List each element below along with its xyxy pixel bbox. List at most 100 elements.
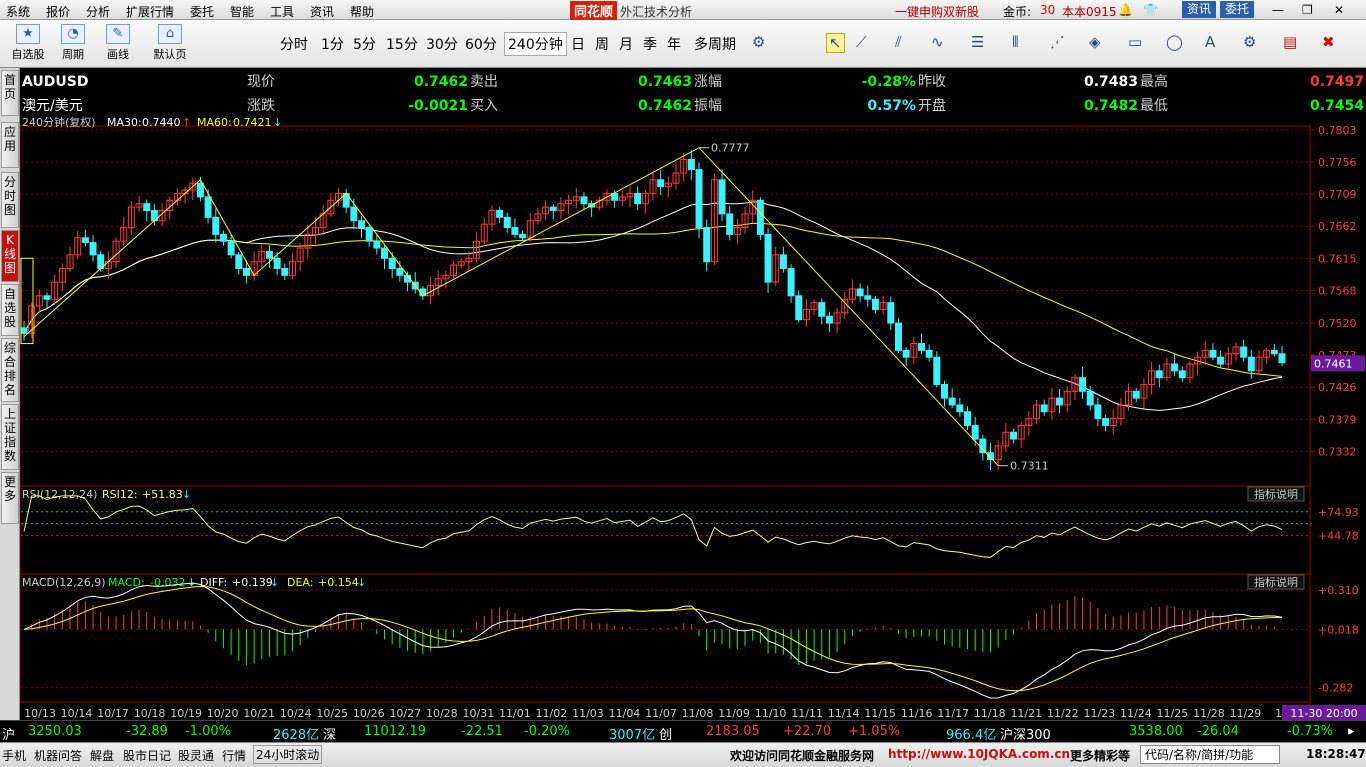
period-month[interactable]: 月 — [619, 34, 633, 54]
price-panel-frame — [20, 125, 1311, 487]
candle-body — [519, 233, 527, 239]
code-search-input[interactable]: 代码/名称/简拼/功能 — [1140, 745, 1280, 764]
site-link[interactable]: http://www.10JQKA.com.cn — [888, 747, 1070, 761]
clock: 18:28:47 — [1306, 747, 1366, 761]
bottom-diary[interactable]: 股市日记 — [123, 747, 171, 764]
period-day[interactable]: 日 — [571, 34, 585, 54]
x-tick-label: 11/18 — [974, 707, 1006, 720]
period-60m[interactable]: 60分 — [465, 34, 497, 54]
parallel-tool-icon[interactable]: ⫽ — [895, 33, 902, 51]
shirt-icon[interactable]: 👕 — [1143, 3, 1158, 17]
layers-tool-icon[interactable]: ◈ — [1089, 33, 1101, 51]
sidebar-tab-more[interactable]: 更多 — [1, 472, 19, 524]
period-multi[interactable]: 多周期 — [694, 34, 736, 54]
sidebar-tab-apps[interactable]: 应用 — [1, 122, 19, 168]
sidebar-tab-home[interactable]: 首页 — [1, 70, 19, 116]
rsi-help-button[interactable]: 指标说明 — [1247, 486, 1305, 502]
period-5m[interactable]: 5分 — [353, 34, 376, 54]
home-icon: ⌂ — [158, 24, 182, 44]
fib-tool-icon[interactable]: ☰ — [971, 33, 984, 51]
macd-help-button[interactable]: 指标说明 — [1247, 574, 1305, 590]
value-ask: 0.7463 — [638, 74, 692, 90]
bottom-phone[interactable]: 手机 — [2, 747, 26, 764]
label-ask: 卖出 — [470, 74, 498, 90]
candle-body — [1040, 404, 1048, 413]
sidebar-tab-watchlist[interactable]: 自选股 — [1, 284, 19, 336]
menu-analysis[interactable]: 分析 — [86, 3, 110, 20]
rect-tool-icon[interactable]: ▭ — [1128, 33, 1142, 51]
candle-body — [695, 169, 703, 229]
x-tick-label: 10/21 — [243, 707, 275, 720]
text-tool-icon[interactable]: A — [1205, 33, 1215, 51]
menu-quote[interactable]: 报价 — [46, 3, 70, 20]
period-button[interactable]: ◔ 周期 — [53, 24, 93, 62]
trade-button[interactable]: 委托 — [1220, 1, 1255, 18]
settings-tool-icon[interactable]: ⚙ — [1243, 33, 1256, 51]
period-year[interactable]: 年 — [667, 34, 681, 54]
candle-body — [687, 158, 695, 171]
sidebar-tab-ranking[interactable]: 综合排名 — [1, 338, 19, 402]
watchlist-button[interactable]: ★ 自选股 — [8, 24, 48, 62]
bookmark-tool-icon[interactable]: ▤ — [1283, 33, 1297, 51]
sz-volume: 3007亿 — [609, 728, 656, 743]
diff-path — [23, 582, 1283, 699]
menu-extended[interactable]: 扩展行情 — [126, 3, 174, 20]
channel-tool-icon[interactable]: ⋰ — [1050, 33, 1065, 51]
bell-icon[interactable]: 🔔 — [1118, 3, 1133, 17]
menu-help[interactable]: 帮助 — [350, 3, 374, 20]
menu-system[interactable]: 系统 — [6, 3, 30, 20]
sidebar-tab-timeshare[interactable]: 分时图 — [1, 172, 19, 228]
dea-label: DEA: — [287, 576, 313, 589]
draw-button[interactable]: ✎ 画线 — [98, 24, 138, 62]
menu-news[interactable]: 资讯 — [310, 3, 334, 20]
period-1m[interactable]: 1分 — [321, 34, 344, 54]
candle-body — [89, 242, 97, 256]
menu-smart[interactable]: 智能 — [230, 3, 254, 20]
delete-tool-icon[interactable]: ✖ — [1322, 33, 1335, 51]
rsi-title: RSI(12,12,24) — [22, 488, 97, 501]
period-240m[interactable]: 240分钟 — [504, 32, 567, 56]
more-link[interactable]: 更多精彩等 — [1070, 747, 1130, 764]
promo-link[interactable]: 一键申购双新股 — [895, 3, 979, 20]
bottom-analysis[interactable]: 解盘 — [90, 747, 114, 764]
bottom-rolling[interactable]: 24小时滚动 — [253, 745, 323, 764]
gear-icon[interactable]: ⚙ — [752, 33, 765, 51]
menu-trade[interactable]: 委托 — [190, 3, 214, 20]
restore-icon[interactable]: ❐ — [1302, 3, 1313, 17]
period-week[interactable]: 周 — [595, 34, 609, 54]
scroll-icon[interactable]: ▸ — [1348, 724, 1355, 739]
bars-tool-icon[interactable]: ⦀ — [1012, 33, 1019, 51]
bottom-qa[interactable]: 机器问答 — [34, 747, 82, 764]
candle-body — [933, 356, 941, 385]
menu-tools[interactable]: 工具 — [270, 3, 294, 20]
x-tick-label: 11/22 — [1047, 707, 1079, 720]
sidebar-tab-index[interactable]: 上证指数 — [1, 404, 19, 470]
default-page-button[interactable]: ⌂ 默认页 — [150, 24, 190, 62]
candle-body — [987, 452, 995, 461]
candle-body — [242, 267, 250, 276]
news-button[interactable]: 资讯 — [1182, 1, 1217, 18]
x-tick-label: 11/04 — [609, 707, 641, 720]
bottom-market[interactable]: 行情 — [222, 747, 246, 764]
period-30m[interactable]: 30分 — [426, 34, 458, 54]
chart-area[interactable]: AUDUSD 澳元/美元 现价 0.7462 卖出 0.7463 涨幅 -0.2… — [20, 68, 1366, 720]
legend-ma30-label: MA30: — [107, 116, 142, 129]
cy-change: +22.70 — [783, 724, 832, 739]
wave-tool-icon[interactable]: ∿ — [931, 33, 944, 51]
cursor-icon[interactable]: ↖ — [826, 33, 845, 53]
period-timeshare[interactable]: 分时 — [280, 34, 308, 54]
bottom-lingtong[interactable]: 股灵通 — [178, 747, 214, 764]
sidebar-tab-kline[interactable]: K线图 — [1, 230, 19, 282]
period-15m[interactable]: 15分 — [386, 34, 418, 54]
annotation-label: 0.7777 — [711, 142, 750, 155]
toolbar: ★ 自选股 ◔ 周期 ✎ 画线 ⌂ 默认页 分时 1分 5分 15分 30分 60分 2… — [0, 20, 1366, 68]
period-season[interactable]: 季 — [643, 34, 657, 54]
minimize-icon[interactable]: — — [1272, 3, 1284, 17]
line-tool-icon[interactable]: ⟋ — [856, 33, 867, 51]
sz-label: 深 — [323, 728, 337, 743]
y-tick-label: 0.7756 — [1318, 156, 1357, 169]
candle-body — [756, 199, 764, 235]
ellipse-tool-icon[interactable]: ◯ — [1166, 33, 1183, 51]
close-window-icon[interactable]: ✕ — [1334, 3, 1344, 17]
value-change: -0.0021 — [408, 98, 468, 114]
